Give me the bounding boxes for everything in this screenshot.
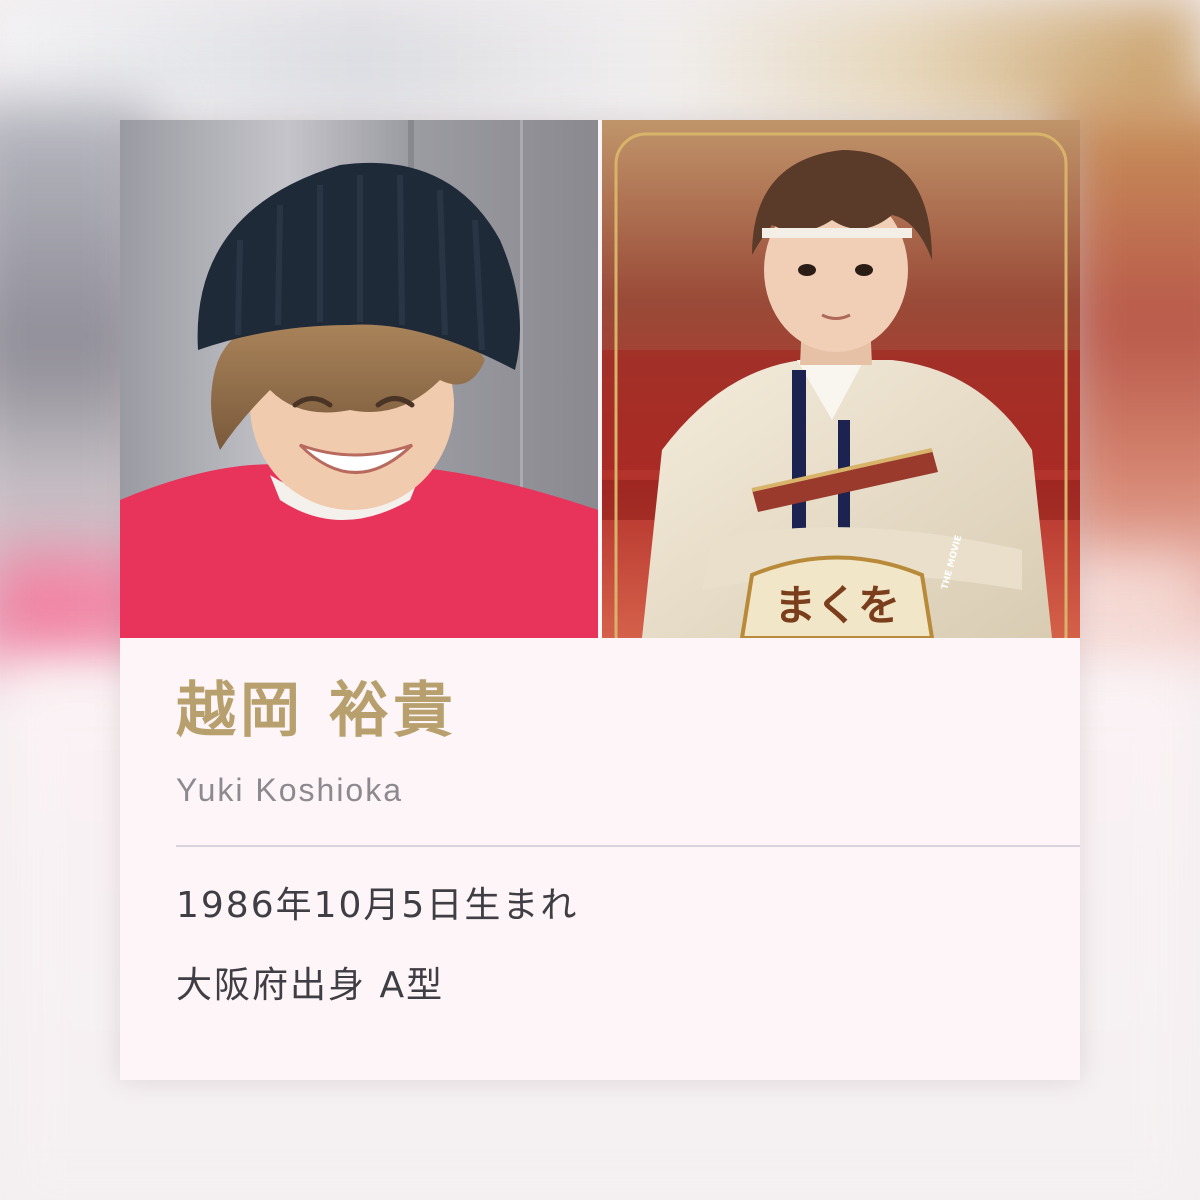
movie-logo-text: まくを <box>774 581 900 630</box>
origin-bloodtype: 大阪府出身 A型 <box>176 965 445 1006</box>
backdrop-top <box>0 0 1200 130</box>
section-divider <box>176 845 1080 847</box>
photo-row: まくを THE MOVIE <box>120 120 1080 638</box>
photo-left <box>120 120 598 638</box>
photo-left-illustration <box>120 120 598 638</box>
birth-date: 1986年10月5日生まれ <box>176 885 579 926</box>
photo-right: まくを THE MOVIE <box>602 120 1080 638</box>
name-japanese: 越岡 裕貴 <box>176 676 457 746</box>
name-english: Yuki Koshioka <box>176 772 404 808</box>
photo-right-illustration: まくを THE MOVIE <box>602 120 1080 638</box>
profile-card: まくを THE MOVIE 越岡 裕貴 Yuki Koshioka 1986年1… <box>120 120 1080 1080</box>
